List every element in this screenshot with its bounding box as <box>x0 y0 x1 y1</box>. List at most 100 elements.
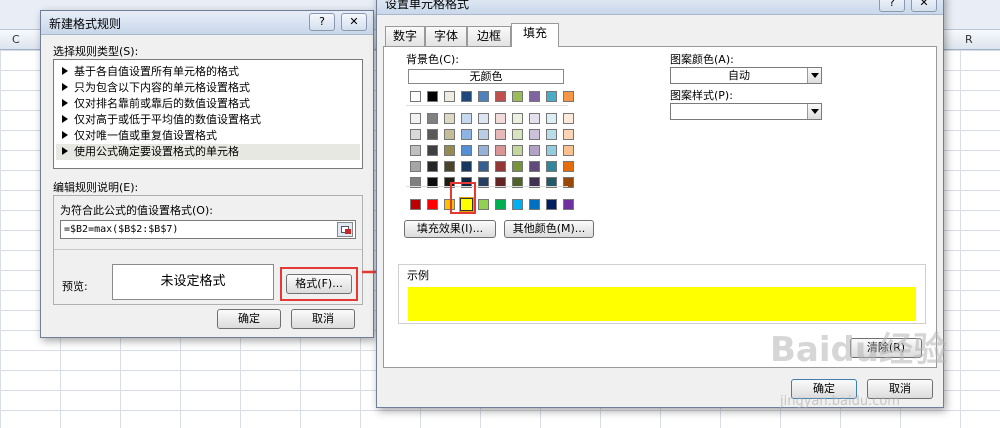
tab-fill[interactable]: 填充 <box>511 23 559 47</box>
tint-swatch[interactable] <box>410 145 421 156</box>
rule-item[interactable]: 仅对高于或低于平均值的数值设置格式 <box>60 112 261 128</box>
tint-swatch[interactable] <box>563 129 574 140</box>
more-colors-button[interactable]: 其他颜色(M)... <box>504 220 594 238</box>
sample-group: 示例 <box>398 264 926 324</box>
tint-swatch[interactable] <box>546 161 557 172</box>
triangle-icon <box>62 83 68 91</box>
tint-swatch[interactable] <box>512 113 523 124</box>
formula-input[interactable]: =$B2=max($B$2:$B$7) <box>60 220 356 239</box>
tint-swatch[interactable] <box>563 161 574 172</box>
theme-swatch[interactable] <box>478 91 489 102</box>
rule-item[interactable]: 只为包含以下内容的单元格设置格式 <box>60 80 250 96</box>
column-header-r[interactable]: R <box>965 33 973 46</box>
pattern-color-select[interactable]: 自动 <box>670 67 822 84</box>
triangle-icon <box>62 99 68 107</box>
close-button[interactable]: ✕ <box>911 0 937 12</box>
theme-swatch[interactable] <box>529 91 540 102</box>
standard-swatch[interactable] <box>529 199 540 210</box>
triangle-icon <box>62 131 68 139</box>
tint-swatch[interactable] <box>546 113 557 124</box>
dialog-titlebar: 新建格式规则 ? ✕ <box>41 11 373 35</box>
theme-swatch[interactable] <box>410 91 421 102</box>
close-button[interactable]: ✕ <box>341 13 367 31</box>
tint-swatch[interactable] <box>461 129 472 140</box>
tint-swatch[interactable] <box>427 129 438 140</box>
standard-swatch[interactable] <box>563 199 574 210</box>
pattern-style-select[interactable] <box>670 103 822 120</box>
edit-rule-desc-label: 编辑规则说明(E): <box>53 181 139 194</box>
tint-swatch[interactable] <box>444 113 455 124</box>
triangle-icon <box>62 147 68 155</box>
tint-swatch[interactable] <box>563 145 574 156</box>
rule-item[interactable]: 仅对排名靠前或靠后的数值设置格式 <box>60 96 250 112</box>
fill-effects-button[interactable]: 填充效果(I)... <box>404 220 496 238</box>
tint-swatch[interactable] <box>529 161 540 172</box>
tint-swatch[interactable] <box>461 113 472 124</box>
tint-swatch[interactable] <box>512 129 523 140</box>
tint-swatch[interactable] <box>495 113 506 124</box>
tint-swatch[interactable] <box>478 113 489 124</box>
tint-swatch[interactable] <box>427 145 438 156</box>
theme-swatch[interactable] <box>546 91 557 102</box>
tint-swatch[interactable] <box>410 161 421 172</box>
tint-swatch[interactable] <box>427 161 438 172</box>
tint-swatch[interactable] <box>478 161 489 172</box>
theme-swatch[interactable] <box>427 91 438 102</box>
new-format-rule-dialog: 新建格式规则 ? ✕ 选择规则类型(S): 基于各自值设置所有单元格的格式 只为… <box>40 10 374 338</box>
tint-swatch[interactable] <box>563 113 574 124</box>
color-palette <box>384 47 584 217</box>
standard-swatch[interactable] <box>427 199 438 210</box>
cancel-button[interactable]: 取消 <box>291 309 355 329</box>
tint-swatch[interactable] <box>529 113 540 124</box>
help-button[interactable]: ? <box>879 0 905 12</box>
tint-swatch[interactable] <box>478 145 489 156</box>
tint-swatch[interactable] <box>495 145 506 156</box>
tint-swatch[interactable] <box>444 145 455 156</box>
standard-swatch[interactable] <box>495 199 506 210</box>
tint-swatch[interactable] <box>512 161 523 172</box>
tint-swatch[interactable] <box>529 145 540 156</box>
tab-number[interactable]: 数字 <box>385 26 425 46</box>
tint-swatch[interactable] <box>529 129 540 140</box>
rule-description-panel: 为符合此公式的值设置格式(O): =$B2=max($B$2:$B$7) 预览:… <box>53 195 363 305</box>
tint-swatch[interactable] <box>546 145 557 156</box>
preview-label: 预览: <box>62 280 88 293</box>
column-header-c[interactable]: C <box>12 33 20 46</box>
rule-item[interactable]: 仅对唯一值或重复值设置格式 <box>60 128 217 144</box>
tint-swatch[interactable] <box>495 129 506 140</box>
triangle-icon <box>62 115 68 123</box>
theme-swatch[interactable] <box>563 91 574 102</box>
tint-swatch[interactable] <box>444 129 455 140</box>
rule-item-selected[interactable]: 使用公式确定要设置格式的单元格 <box>56 144 360 160</box>
theme-swatch[interactable] <box>444 91 455 102</box>
tint-swatch[interactable] <box>427 113 438 124</box>
ok-button[interactable]: 确定 <box>217 309 281 329</box>
dialog-title: 设置单元格格式 <box>385 0 470 11</box>
tint-swatch[interactable] <box>410 113 421 124</box>
theme-swatch[interactable] <box>461 91 472 102</box>
tab-font[interactable]: 字体 <box>425 26 467 46</box>
select-rule-type-label: 选择规则类型(S): <box>53 45 139 58</box>
tint-swatch[interactable] <box>461 161 472 172</box>
tint-swatch[interactable] <box>410 129 421 140</box>
tint-swatch[interactable] <box>444 161 455 172</box>
tab-border[interactable]: 边框 <box>467 26 511 46</box>
watermark-url: jingyan.baidu.com <box>780 394 900 409</box>
standard-swatch[interactable] <box>478 199 489 210</box>
chevron-down-icon <box>807 68 821 83</box>
chevron-down-icon <box>807 104 821 119</box>
formula-label: 为符合此公式的值设置格式(O): <box>60 204 213 217</box>
help-button[interactable]: ? <box>309 13 335 31</box>
tint-swatch[interactable] <box>478 129 489 140</box>
tint-swatch[interactable] <box>461 145 472 156</box>
standard-swatch[interactable] <box>546 199 557 210</box>
standard-swatch[interactable] <box>512 199 523 210</box>
theme-swatch[interactable] <box>495 91 506 102</box>
standard-swatch[interactable] <box>410 199 421 210</box>
tint-swatch[interactable] <box>512 145 523 156</box>
rule-item[interactable]: 基于各自值设置所有单元格的格式 <box>60 64 239 80</box>
tint-swatch[interactable] <box>495 161 506 172</box>
tint-swatch[interactable] <box>546 129 557 140</box>
range-select-icon[interactable] <box>337 222 353 237</box>
theme-swatch[interactable] <box>512 91 523 102</box>
